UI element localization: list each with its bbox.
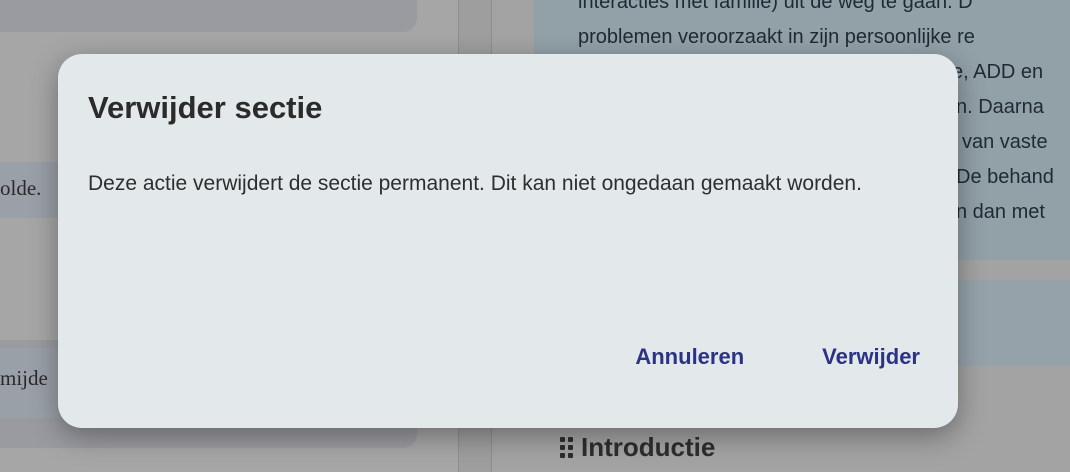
left-text-fragment: olde. — [0, 176, 42, 200]
section-text-line: e, ADD en — [952, 61, 1044, 83]
left-text-fragment: mijde — [0, 366, 48, 390]
section-text-line: van vaste — [962, 131, 1048, 153]
cancel-button[interactable]: Annuleren — [635, 344, 744, 370]
delete-button[interactable]: Verwijder — [822, 344, 920, 370]
dialog-message: Deze actie verwijdert de sectie permanen… — [88, 172, 862, 195]
left-card — [0, 0, 417, 32]
drag-handle-icon[interactable] — [560, 437, 573, 458]
section-heading: Introductie — [560, 432, 715, 463]
section-text-line: n dan met — [956, 201, 1045, 223]
section-text-line: n. Daarna — [956, 96, 1044, 118]
dialog-actions: Annuleren Verwijder — [635, 344, 920, 370]
section-heading-label: Introductie — [581, 432, 716, 462]
section-text-line: interacties met familie) uit de weg te g… — [578, 0, 973, 13]
dialog-title: Verwijder sectie — [88, 90, 323, 125]
section-text-line: De behand — [956, 166, 1054, 188]
section-text-line: problemen veroorzaakt in zijn persoonlij… — [578, 26, 975, 48]
delete-section-dialog: Verwijder sectie Deze actie verwijdert d… — [58, 54, 958, 428]
